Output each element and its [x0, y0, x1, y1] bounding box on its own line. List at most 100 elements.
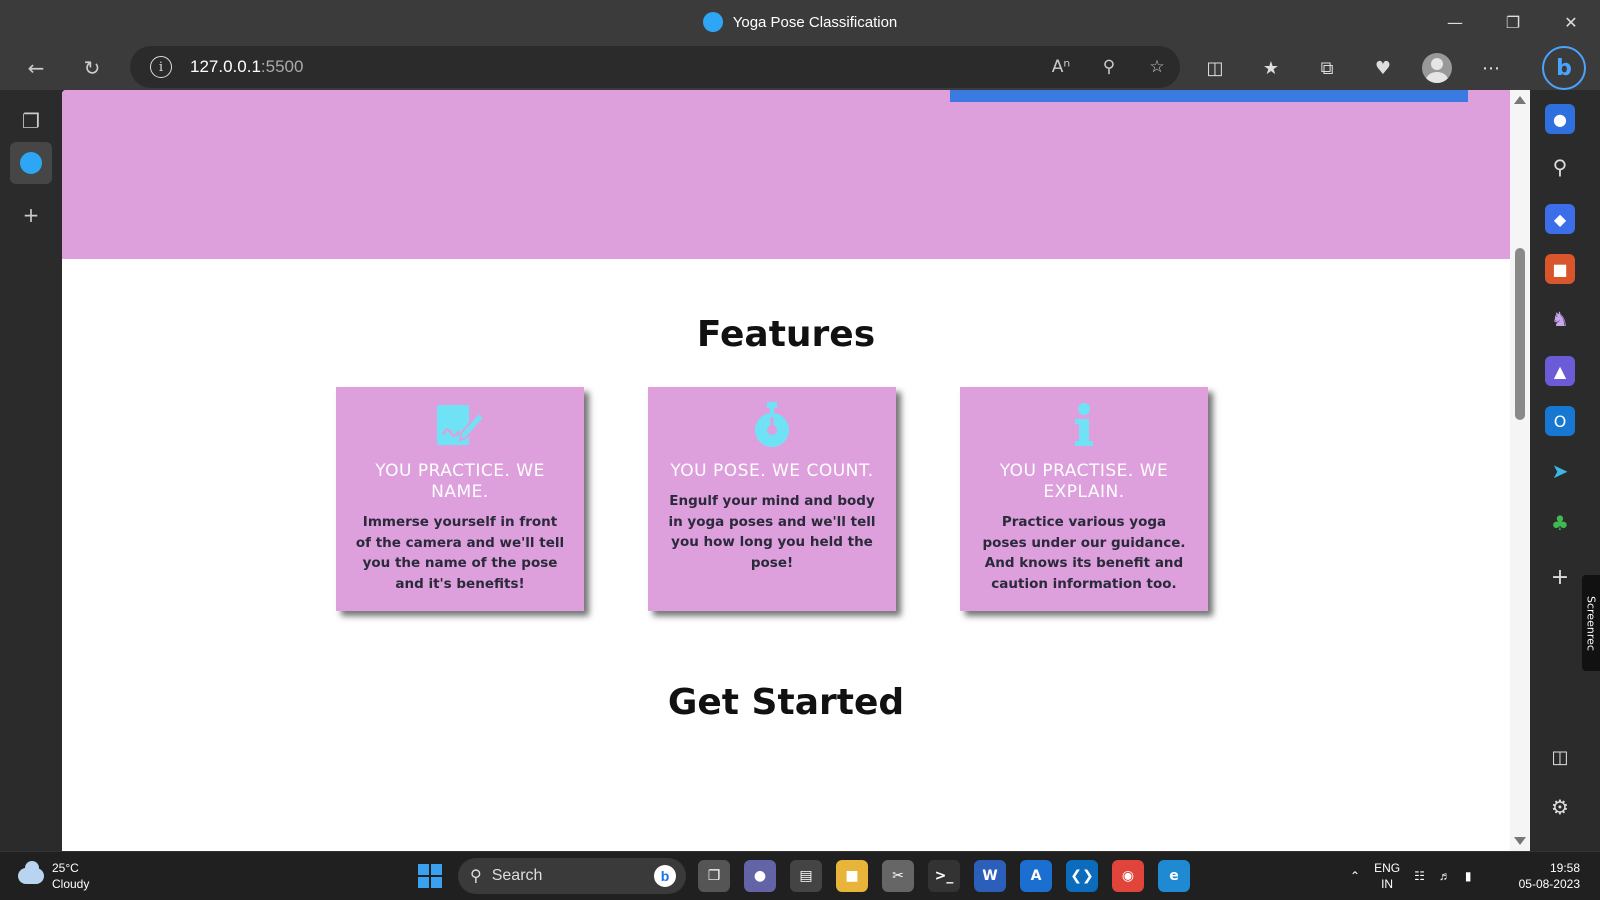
wifi-icon[interactable]: ☷: [1414, 869, 1425, 883]
screenrec-widget[interactable]: Screenrec: [1582, 575, 1600, 671]
address-bar-actions: Aⁿ ⚲ ☆: [1048, 54, 1170, 80]
battery-icon[interactable]: ▮: [1465, 869, 1472, 883]
close-icon[interactable]: ✕: [1542, 0, 1600, 44]
collections-icon[interactable]: ⧉: [1310, 52, 1344, 84]
taskbar-search-label: Search: [491, 867, 543, 884]
window-title: Yoga Pose Classification: [702, 12, 898, 32]
feature-card-text: Immerse yourself in front of the camera …: [355, 514, 565, 592]
teams-chat-icon[interactable]: ●: [744, 860, 776, 892]
volume-icon[interactable]: ♬: [1439, 869, 1451, 883]
hide-sidebar-icon[interactable]: ◫: [1545, 742, 1575, 772]
vertical-tabs-rail: ❐ +: [0, 90, 62, 851]
cloud-icon: [18, 861, 44, 884]
url-text[interactable]: 127.0.0.1:5500: [190, 57, 303, 77]
shopping-tag-icon[interactable]: ◆: [1545, 204, 1575, 234]
language-indicator[interactable]: ENG IN: [1374, 860, 1400, 892]
toolbar-actions: ◫ ★ ⧉ ♥ ⋯: [1198, 52, 1508, 84]
word-icon[interactable]: W: [974, 860, 1006, 892]
feature-card-title: YOU POSE. WE COUNT.: [670, 461, 874, 481]
stopwatch-icon: [666, 401, 878, 449]
store-icon[interactable]: ▤: [790, 860, 822, 892]
address-bar[interactable]: i 127.0.0.1:5500 Aⁿ ⚲ ☆: [130, 46, 1180, 88]
outlook-icon[interactable]: O: [1545, 406, 1575, 436]
feature-card-title: YOU PRACTISE. WE EXPLAIN.: [999, 461, 1169, 502]
drop-send-icon[interactable]: ➤: [1545, 456, 1575, 486]
bing-copilot-icon[interactable]: b: [1542, 46, 1586, 90]
vscode-icon[interactable]: ❮❯: [1066, 860, 1098, 892]
tools-briefcase-icon[interactable]: ■: [1545, 254, 1575, 284]
refresh-icon[interactable]: ↻: [76, 52, 108, 84]
windows-taskbar: 25°C Cloudy ⚲ Search b ❐ ● ▤ ■ ✂ >_ W A …: [0, 851, 1600, 900]
web-viewport: Features YOU PRACTICE. WE NAME. Immerse …: [62, 90, 1530, 851]
more-options-icon[interactable]: ⋯: [1474, 52, 1508, 84]
info-icon[interactable]: i: [150, 56, 172, 78]
search-icon[interactable]: ⚲: [1545, 152, 1575, 182]
feature-card-explain: YOU PRACTISE. WE EXPLAIN. Practice vario…: [960, 387, 1208, 611]
search-icon: ⚲: [470, 868, 482, 885]
window-controls: — ❐ ✕: [1426, 0, 1600, 44]
restore-icon[interactable]: ❐: [1484, 0, 1542, 44]
url-port: :5500: [260, 57, 304, 76]
bing-icon[interactable]: b: [654, 865, 676, 887]
scrollbar-thumb[interactable]: [1515, 248, 1525, 420]
taskbar-search-box[interactable]: ⚲ Search b: [458, 858, 686, 894]
tab-yoga-pose[interactable]: [10, 142, 52, 184]
weather-widget[interactable]: 25°C Cloudy: [18, 860, 89, 892]
scroll-down-icon[interactable]: [1514, 837, 1526, 845]
profile-avatar[interactable]: [1422, 53, 1452, 83]
snipping-tool-icon[interactable]: ✂: [882, 860, 914, 892]
chrome-icon[interactable]: ◉: [1112, 860, 1144, 892]
feature-card-count: YOU POSE. WE COUNT. Engulf your mind and…: [648, 387, 896, 611]
system-tray: ⌃ ENG IN ☷ ♬ ▮: [1350, 860, 1471, 892]
title-bar: Yoga Pose Classification — ❐ ✕: [0, 0, 1600, 44]
weather-desc: Cloudy: [52, 877, 90, 891]
chevron-up-icon[interactable]: ⌃: [1350, 869, 1360, 883]
features-heading: Features: [696, 314, 876, 355]
windows-start-icon[interactable]: [418, 864, 442, 888]
sidebar-settings-gear-icon[interactable]: ⚙: [1545, 792, 1575, 822]
minimize-icon[interactable]: —: [1426, 0, 1484, 44]
browser-essentials-icon[interactable]: ♥: [1366, 52, 1400, 84]
get-started-heading: Get Started: [667, 682, 905, 723]
file-explorer-icon[interactable]: ■: [836, 860, 868, 892]
page-scrollbar[interactable]: [1510, 90, 1530, 851]
feature-card-name: YOU PRACTICE. WE NAME. Immerse yourself …: [336, 387, 584, 611]
language-bottom: IN: [1381, 877, 1394, 891]
feature-card-text: Practice various yoga poses under our gu…: [982, 514, 1186, 592]
url-host: 127.0.0.1: [190, 57, 261, 76]
games-chess-icon[interactable]: ♞: [1545, 304, 1575, 334]
scroll-up-icon[interactable]: [1514, 96, 1526, 104]
edit-signature-icon: [354, 401, 566, 449]
back-icon[interactable]: ←: [20, 52, 52, 84]
notifications-bell-icon[interactable]: ●: [1545, 104, 1575, 134]
system-clock[interactable]: 19:58 05-08-2023: [1519, 860, 1580, 892]
tree-icon[interactable]: ♣: [1545, 508, 1575, 538]
zoom-out-icon[interactable]: ⚲: [1096, 54, 1122, 80]
favorite-star-icon[interactable]: ☆: [1144, 54, 1170, 80]
language-top: ENG: [1374, 861, 1401, 875]
hero-section: [62, 90, 1510, 259]
feature-card-text: Engulf your mind and body in yoga poses …: [668, 493, 876, 571]
task-view-icon[interactable]: ❐: [698, 860, 730, 892]
info-icon: [978, 401, 1190, 449]
clock-time: 19:58: [1549, 861, 1580, 875]
tab-actions-icon[interactable]: ❐: [10, 100, 52, 142]
edge-icon[interactable]: e: [1158, 860, 1190, 892]
window-title-text: Yoga Pose Classification: [732, 13, 898, 31]
add-sidebar-app-icon[interactable]: +: [1545, 562, 1575, 592]
hero-accent-bar: [950, 90, 1468, 102]
terminal-icon[interactable]: >_: [928, 860, 960, 892]
favicon-icon: [702, 12, 723, 32]
new-tab-icon[interactable]: +: [10, 194, 52, 236]
read-aloud-icon[interactable]: Aⁿ: [1048, 54, 1074, 80]
tab-favicon-icon: [20, 152, 42, 174]
feature-card-title: YOU PRACTICE. WE NAME.: [375, 461, 545, 502]
favorites-icon[interactable]: ★: [1254, 52, 1288, 84]
pinned-apps: ❐ ● ▤ ■ ✂ >_ W A ❮❯ ◉ e: [698, 860, 1190, 892]
split-screen-icon[interactable]: ◫: [1198, 52, 1232, 84]
microsoft-365-icon[interactable]: ▲: [1545, 356, 1575, 386]
weather-temp: 25°C: [52, 861, 79, 875]
app-a-icon[interactable]: A: [1020, 860, 1052, 892]
edge-sidebar: ● ⚲ ◆ ■ ♞ ▲ O ➤ ♣ + ◫ ⚙: [1530, 90, 1600, 851]
clock-date: 05-08-2023: [1518, 877, 1580, 891]
